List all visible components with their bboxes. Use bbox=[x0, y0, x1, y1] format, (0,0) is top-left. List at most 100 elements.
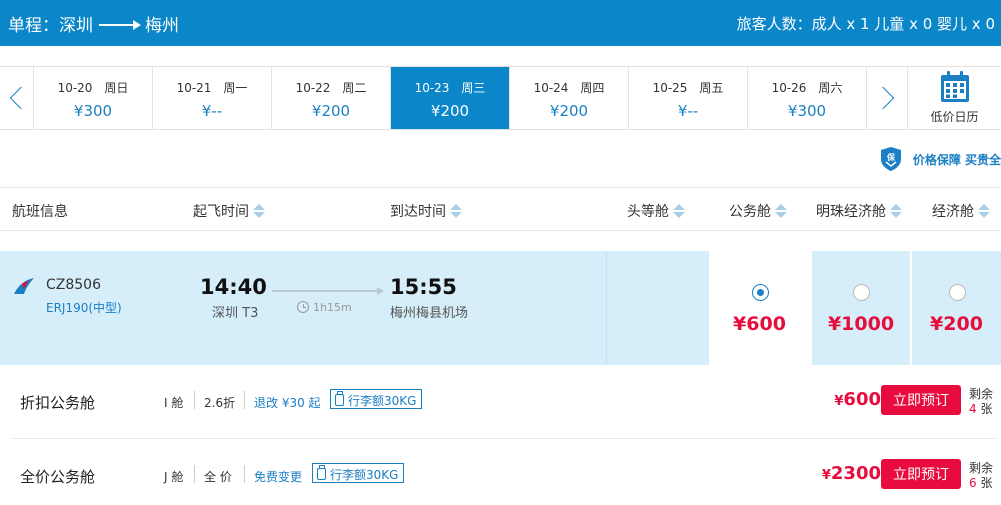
remaining-unit: 张 bbox=[980, 476, 993, 490]
date-strip: 10-20 周日 ¥300 10-21 周一 ¥-- 10-22 周二 ¥200… bbox=[0, 66, 1001, 130]
baggage-text: 行李额30KG bbox=[348, 393, 417, 408]
calendar-icon bbox=[940, 71, 970, 103]
cabin-row: 全价公务舱 J 舱 全 价 免费变更 行李额30KG ¥2300 立即预订 剩余… bbox=[12, 441, 997, 505]
chevron-right-icon bbox=[871, 86, 895, 110]
baggage-badge[interactable]: 行李额30KG bbox=[330, 389, 423, 409]
date-price: ¥300 bbox=[73, 102, 113, 120]
cabin-price: ¥2300 bbox=[822, 463, 881, 484]
flight-duration: 1h15m bbox=[313, 301, 352, 314]
change-rule-link[interactable]: 免费变更 bbox=[254, 468, 302, 485]
fare-economy-price: ¥200 bbox=[930, 313, 983, 335]
book-now-button[interactable]: 立即预订 bbox=[881, 385, 961, 415]
fare-economy[interactable]: ¥200 bbox=[912, 251, 1001, 365]
cabin-row: 折扣公务舱 I 舱 2.6折 退改 ¥30 起 行李额30KG ¥600 立即预… bbox=[12, 367, 997, 439]
cabin-price: ¥600 bbox=[834, 389, 881, 410]
col-first-label: 头等舱 bbox=[627, 204, 669, 220]
cabin-name: 全价公务舱 bbox=[20, 468, 96, 486]
date-label: 10-25 周五 bbox=[652, 81, 724, 95]
route: 单程： 深圳 梅州 bbox=[8, 11, 179, 36]
aircraft-type[interactable]: ERJ190(中型) bbox=[46, 299, 122, 316]
date-label: 10-26 周六 bbox=[771, 81, 843, 95]
date-label: 10-22 周二 bbox=[295, 81, 367, 95]
fare-radio[interactable] bbox=[948, 284, 966, 301]
col-pearl-sort[interactable]: 明珠经济舱 bbox=[816, 201, 902, 221]
divider bbox=[606, 251, 607, 365]
fare-radio-selected[interactable] bbox=[751, 284, 769, 301]
clock-icon bbox=[297, 301, 309, 313]
price-value: 600 bbox=[843, 389, 881, 410]
route-arrow-icon bbox=[99, 19, 141, 30]
col-business-sort[interactable]: 公务舱 bbox=[729, 201, 787, 221]
col-depart-sort[interactable]: 起飞时间 bbox=[193, 201, 265, 221]
sort-icon bbox=[253, 204, 265, 218]
date-tab[interactable]: 10-22 周二 ¥200 bbox=[272, 67, 391, 129]
column-header-row: 航班信息 起飞时间 到达时间 头等舱 公务舱 明珠经济舱 经济舱 bbox=[0, 187, 1001, 231]
date-price: ¥200 bbox=[311, 102, 351, 120]
cabin-class: J 舱 bbox=[164, 470, 184, 484]
route-prefix: 单程： bbox=[8, 16, 59, 36]
remaining-unit: 张 bbox=[980, 402, 993, 416]
remaining-seats: 剩余 6 张 bbox=[969, 461, 993, 491]
luggage-icon bbox=[317, 465, 326, 480]
baggage-text: 行李额30KG bbox=[330, 467, 399, 482]
remaining-label: 剩余 bbox=[969, 461, 994, 475]
date-tab[interactable]: 10-24 周四 ¥200 bbox=[510, 67, 629, 129]
fare-radio[interactable] bbox=[853, 284, 870, 301]
prev-dates-button[interactable] bbox=[0, 67, 34, 129]
cabin-discount: 2.6折 bbox=[204, 396, 236, 410]
low-price-calendar-button[interactable]: 低价日历 bbox=[907, 67, 1001, 129]
col-business-label: 公务舱 bbox=[729, 204, 771, 220]
header-bar: 单程： 深圳 梅州 旅客人数：成人 x 1 儿童 x 0 婴儿 x 0 bbox=[0, 0, 1001, 46]
divider bbox=[194, 391, 195, 409]
origin-city: 深圳 bbox=[59, 16, 93, 36]
refund-rule-link[interactable]: 退改 ¥30 起 bbox=[254, 394, 321, 411]
col-flight-info: 航班信息 bbox=[12, 201, 68, 221]
date-tab-selected[interactable]: 10-23 周三 ¥200 bbox=[391, 67, 510, 129]
fare-business[interactable]: ¥600 bbox=[709, 251, 810, 365]
destination-city: 梅州 bbox=[145, 16, 179, 36]
col-economy-sort[interactable]: 经济舱 bbox=[932, 201, 990, 221]
cabin-name: 折扣公务舱 bbox=[20, 394, 96, 412]
date-tab[interactable]: 10-20 周日 ¥300 bbox=[34, 67, 153, 129]
divider bbox=[244, 391, 245, 409]
date-tab[interactable]: 10-25 周五 ¥-- bbox=[629, 67, 748, 129]
date-price: ¥-- bbox=[677, 102, 699, 120]
airline-logo-icon bbox=[14, 278, 34, 294]
sort-icon bbox=[673, 204, 685, 218]
arrival-airport: 梅州梅县机场 bbox=[390, 306, 469, 321]
sort-icon bbox=[978, 204, 990, 218]
flight-number: CZ8506 bbox=[46, 277, 101, 293]
departure-time: 14:40 bbox=[200, 275, 267, 299]
date-label: 10-24 周四 bbox=[533, 81, 605, 95]
flight-path-arrow-icon bbox=[272, 287, 384, 295]
col-arrive-label: 到达时间 bbox=[390, 204, 446, 220]
next-dates-button[interactable] bbox=[867, 67, 907, 129]
arrival-time: 15:55 bbox=[390, 275, 457, 299]
price-value: 2300 bbox=[830, 463, 881, 484]
price-guarantee-text: 价格保障 买贵全 bbox=[912, 152, 1001, 167]
fare-business-price: ¥600 bbox=[733, 313, 786, 335]
remaining-seats: 剩余 4 张 bbox=[969, 387, 993, 417]
remaining-label: 剩余 bbox=[969, 387, 994, 401]
col-first-sort[interactable]: 头等舱 bbox=[627, 201, 685, 221]
date-label: 10-23 周三 bbox=[414, 81, 486, 95]
currency-symbol: ¥ bbox=[821, 468, 831, 483]
sort-icon bbox=[450, 204, 462, 218]
book-now-button[interactable]: 立即预订 bbox=[881, 459, 961, 489]
date-price: ¥200 bbox=[549, 102, 589, 120]
passenger-count: 旅客人数：成人 x 1 儿童 x 0 婴儿 x 0 bbox=[736, 15, 995, 33]
col-economy-label: 经济舱 bbox=[932, 204, 974, 220]
baggage-badge[interactable]: 行李额30KG bbox=[312, 463, 405, 483]
col-depart-label: 起飞时间 bbox=[193, 204, 249, 220]
date-price: ¥-- bbox=[201, 102, 223, 120]
departure-airport: 深圳 T3 bbox=[212, 306, 259, 321]
sort-icon bbox=[890, 204, 902, 218]
date-tab[interactable]: 10-21 周一 ¥-- bbox=[153, 67, 272, 129]
col-flight-label: 航班信息 bbox=[12, 204, 68, 220]
price-guarantee[interactable]: 保 价格保障 买贵全 bbox=[879, 146, 1001, 172]
fare-pearl[interactable]: ¥1000 bbox=[812, 251, 910, 365]
fare-pearl-price: ¥1000 bbox=[827, 313, 895, 335]
chevron-left-icon bbox=[9, 86, 32, 110]
date-tab[interactable]: 10-26 周六 ¥300 bbox=[748, 67, 867, 129]
col-arrive-sort[interactable]: 到达时间 bbox=[390, 201, 462, 221]
